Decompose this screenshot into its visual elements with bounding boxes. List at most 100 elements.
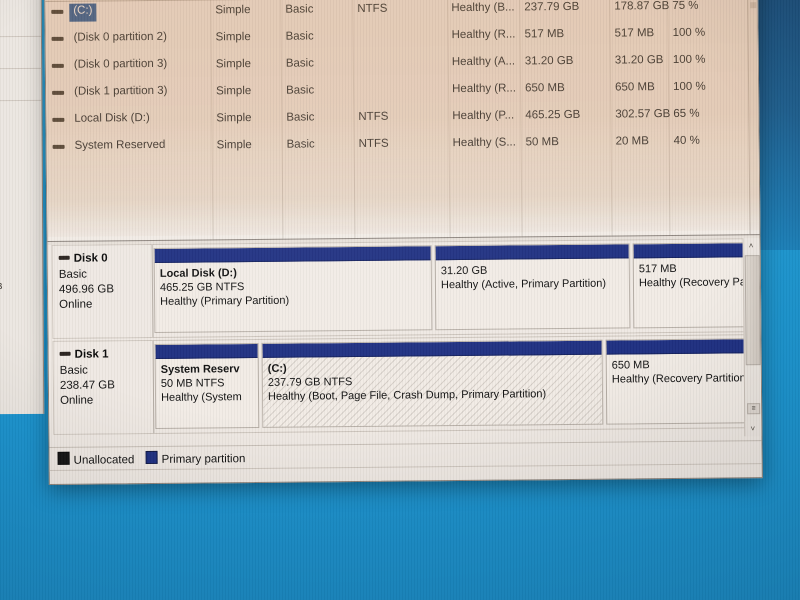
volume-percent-free: 65 % (673, 107, 700, 120)
legend-label: Unallocated (73, 454, 135, 467)
disk-block-1[interactable]: Disk 1 Basic 238.47 GB Online System Res… (52, 334, 751, 435)
drive-icon (52, 90, 65, 95)
graphical-view-scrollbar[interactable]: ˄ ≡ ˅ (742, 238, 761, 437)
drive-icon (52, 117, 65, 122)
disk-title-0: Disk 0 (58, 251, 152, 267)
volume-layout: Simple (215, 58, 252, 71)
partition-label: System Reserv (160, 363, 240, 376)
volume-capacity: 31.20 GB (524, 54, 574, 68)
volume-list-right-edge[interactable] (746, 0, 760, 235)
volume-status: Healthy (R... (452, 82, 517, 96)
disk-state-0: Online (59, 298, 93, 311)
volume-free-space: 517 MB (614, 27, 655, 40)
partition-disk0-recovery[interactable]: 517 MB Healthy (Recovery Par (632, 242, 749, 329)
volume-name[interactable]: System Reserved (71, 138, 170, 157)
disk-icon (58, 255, 70, 260)
disk-info-1: Disk 1 Basic 238.47 GB Online (53, 340, 155, 434)
drive-icon (51, 63, 64, 68)
scrollbar-thumb[interactable] (744, 255, 761, 366)
volume-free-space: 178.87 GB (614, 0, 670, 13)
background-window-sliver: B (0, 0, 45, 415)
volume-file-system: NTFS (358, 110, 389, 123)
partition-size: 517 MB (638, 262, 677, 276)
volume-layout: Simple (216, 139, 252, 152)
volume-type: Basic (285, 3, 314, 16)
disk-icon (59, 351, 71, 356)
volume-capacity: 517 MB (524, 28, 565, 41)
disk-type-1: Basic (59, 364, 88, 377)
resize-nub-icon (750, 2, 757, 9)
drive-icon (51, 36, 64, 41)
volume-percent-free: 100 % (672, 53, 706, 66)
disk-partitions-1: System Reserv 50 MB NTFS Healthy (System… (154, 335, 751, 433)
volume-layout: Simple (216, 85, 252, 98)
disk-info-0: Disk 0 Basic 496.96 GB Online (52, 244, 154, 338)
drive-icon (52, 144, 65, 149)
volume-capacity: 237.79 GB (524, 0, 580, 14)
desktop-screen: B Layout Type File System Status Capacit… (0, 0, 800, 600)
volume-status: Healthy (R... (451, 28, 516, 42)
disk-size-0: 496.96 GB (58, 283, 115, 296)
partition-status: Healthy (Recovery Par (638, 276, 749, 290)
volume-free-space: 31.20 GB (614, 54, 664, 67)
volume-name[interactable]: Local Disk (D:) (70, 111, 154, 130)
partition-c[interactable]: (C:) 237.79 GB NTFS Healthy (Boot, Page … (261, 339, 604, 428)
volume-capacity: 50 MB (525, 136, 559, 149)
volume-free-space: 650 MB (615, 81, 655, 94)
partition-capacity-bar (155, 343, 258, 359)
partition-d[interactable]: Local Disk (D:) 465.25 GB NTFS Healthy (… (153, 245, 433, 333)
disk-type-0: Basic (58, 268, 88, 281)
volume-status: Healthy (S... (452, 136, 516, 150)
volume-status: Healthy (B... (451, 1, 515, 15)
partition-disk1-recovery[interactable]: 650 MB Healthy (Recovery Partition) (605, 338, 751, 425)
disk-block-0[interactable]: Disk 0 Basic 496.96 GB Online Local Disk… (51, 238, 749, 339)
volume-file-system: NTFS (357, 2, 388, 15)
scroll-up-arrow-icon[interactable]: ˄ (743, 238, 759, 254)
legend-label: Primary partition (161, 453, 246, 466)
volume-list[interactable]: Layout Type File System Status Capacity … (45, 0, 760, 241)
volume-percent-free: 100 % (673, 80, 706, 93)
volume-layout: Simple (216, 112, 252, 125)
volume-layout: Simple (215, 31, 251, 44)
volume-name[interactable]: (Disk 0 partition 3) (70, 57, 171, 76)
volume-type: Basic (286, 84, 315, 97)
volume-percent-free: 100 % (672, 26, 706, 39)
partition-status: Healthy (Primary Partition) (160, 294, 290, 308)
partition-system-reserved[interactable]: System Reserv 50 MB NTFS Healthy (System (154, 342, 260, 429)
legend-item-primary-partition: Primary partition (145, 450, 246, 466)
drive-icon (51, 9, 64, 14)
volume-free-space: 302.57 GB (615, 107, 671, 121)
scroll-down-arrow-icon[interactable]: ˅ (745, 421, 761, 437)
volume-name[interactable]: (Disk 0 partition 2) (70, 30, 171, 49)
legend: Unallocated Primary partition (49, 440, 762, 472)
partition-size: 50 MB NTFS (160, 377, 225, 390)
volume-capacity: 465.25 GB (525, 108, 581, 122)
partition-capacity-bar (633, 243, 747, 259)
volume-name[interactable]: (Disk 1 partition 3) (70, 84, 171, 103)
disk-partitions-0: Local Disk (D:) 465.25 GB NTFS Healthy (… (153, 239, 749, 337)
volume-type: Basic (285, 30, 314, 43)
volume-file-system: NTFS (358, 137, 389, 150)
volume-name[interactable]: (C:) (69, 3, 97, 22)
background-window-text: B (0, 281, 3, 292)
volume-status: Healthy (P... (452, 109, 515, 123)
primary-partition-swatch (145, 450, 158, 465)
volume-percent-free: 40 % (673, 134, 700, 147)
table-row[interactable]: System Reserved Simple Basic NTFS Health… (47, 129, 759, 163)
volume-status: Healthy (A... (451, 55, 516, 69)
partition-status: Healthy (System (160, 391, 242, 404)
volume-type: Basic (285, 57, 315, 70)
graphical-disk-view: Disk 0 Basic 496.96 GB Online Local Disk… (47, 238, 762, 443)
partition-status: Healthy (Recovery Partition) (611, 372, 750, 386)
partition-disk0-active[interactable]: 31.20 GB Healthy (Active, Primary Partit… (434, 243, 631, 331)
partition-size: 650 MB (611, 359, 650, 372)
disk-management-window: Layout Type File System Status Capacity … (44, 0, 763, 485)
scrollbar-marker-icon: ≡ (747, 403, 761, 415)
disk-title-1: Disk 1 (59, 347, 153, 363)
legend-item-unallocated: Unallocated (57, 451, 135, 467)
volume-type: Basic (286, 138, 315, 151)
disk-state-1: Online (60, 394, 94, 407)
partition-status: Healthy (Boot, Page File, Crash Dump, Pr… (267, 388, 547, 403)
partition-status: Healthy (Active, Primary Partition) (440, 277, 607, 292)
volume-capacity: 650 MB (525, 82, 565, 95)
